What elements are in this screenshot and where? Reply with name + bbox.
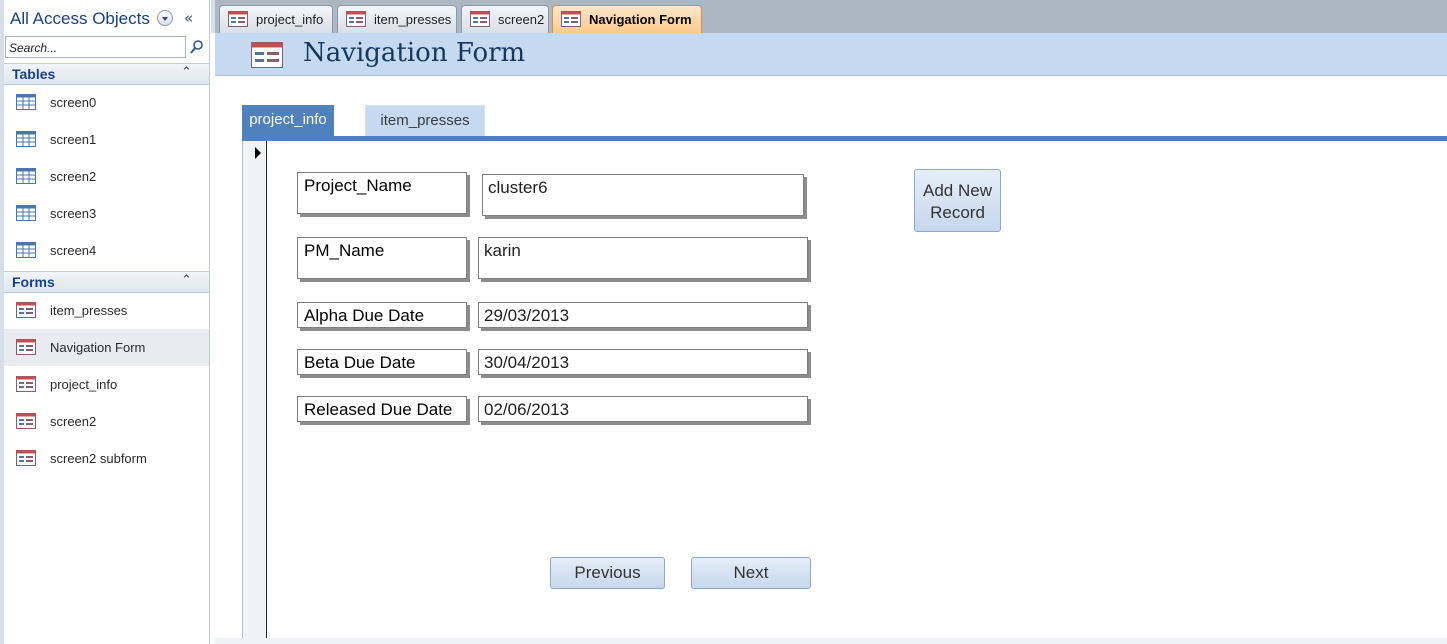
form-icon (251, 42, 283, 68)
field-value: karin (484, 241, 521, 260)
nav-item-label: screen2 (50, 414, 97, 429)
form-icon (16, 339, 36, 355)
table-icon (16, 242, 36, 258)
record-selector[interactable] (243, 141, 267, 641)
dropdown-icon[interactable] (157, 10, 173, 26)
nav-item-label: screen0 (50, 95, 97, 110)
form-icon (228, 11, 248, 27)
field-value: 02/06/2013 (484, 400, 570, 419)
doc-tab-project-info[interactable]: project_info (219, 5, 333, 33)
previous-button[interactable]: Previous (550, 557, 665, 589)
button-label: Previous (574, 563, 641, 582)
released-due-date-field[interactable]: 02/06/2013 (478, 396, 808, 422)
field-value: 29/03/2013 (484, 306, 570, 325)
nav-form-project-info[interactable]: project_info (4, 366, 209, 403)
document-tab-strip: project_info item_presses screen2 Naviga… (211, 0, 1447, 33)
nav-item-label: screen1 (50, 132, 97, 147)
add-new-record-button[interactable]: Add New Record (914, 169, 1001, 232)
nav-form-screen2-subform[interactable]: screen2 subform (4, 440, 209, 477)
navigation-form: Navigation Form project_info item_presse… (215, 33, 1447, 644)
search-input[interactable] (6, 38, 185, 58)
field-value: cluster6 (488, 178, 548, 197)
form-icon (16, 376, 36, 392)
table-icon (16, 131, 36, 147)
nav-item-label: item_presses (50, 303, 128, 318)
nav-tab-project-info[interactable]: project_info (242, 105, 334, 137)
form-header: Navigation Form (215, 33, 1447, 76)
form-icon (346, 11, 366, 27)
form-bottom-border (215, 638, 1447, 644)
tables-group-header[interactable]: Tables ⌃ (4, 63, 209, 85)
collapse-group-icon[interactable]: ⌃ (181, 273, 192, 288)
nav-form-screen2[interactable]: screen2 (4, 403, 209, 440)
nav-table-screen4[interactable]: screen4 (4, 232, 209, 269)
forms-group-header[interactable]: Forms ⌃ (4, 271, 209, 293)
label-text: Alpha Due Date (304, 306, 425, 325)
current-record-icon (255, 147, 261, 159)
access-window: All Access Objects « Tables ⌃ screen0 sc… (0, 0, 1447, 644)
nav-item-label: screen2 subform (50, 451, 147, 466)
next-button[interactable]: Next (691, 557, 811, 589)
forms-group-label: Forms (12, 274, 55, 290)
label-text: PM_Name (304, 241, 385, 260)
nav-tab-label: item_presses (380, 112, 470, 129)
table-icon (16, 168, 36, 184)
project-name-field[interactable]: cluster6 (482, 174, 804, 216)
nav-item-label: screen2 (50, 169, 97, 184)
label-text: Beta Due Date (304, 353, 416, 372)
alpha-due-date-label: Alpha Due Date (297, 302, 467, 328)
table-icon (16, 205, 36, 221)
pm-name-field[interactable]: karin (478, 237, 808, 279)
table-icon (16, 94, 36, 110)
form-icon (16, 450, 36, 466)
button-label: Record (930, 203, 985, 222)
nav-tab-label: project_info (249, 111, 327, 128)
form-icon (16, 302, 36, 318)
doc-tab-label: item_presses (374, 12, 452, 27)
form-icon (16, 413, 36, 429)
beta-due-date-label: Beta Due Date (297, 349, 467, 375)
nav-item-label: screen4 (50, 243, 97, 258)
button-label: Next (733, 563, 769, 582)
label-text: Project_Name (304, 176, 412, 195)
beta-due-date-field[interactable]: 30/04/2013 (478, 349, 808, 375)
pm-name-label: PM_Name (297, 237, 467, 279)
nav-form-navigation-form[interactable]: Navigation Form (4, 329, 209, 366)
doc-tab-label: project_info (256, 12, 324, 27)
nav-form-item-presses[interactable]: item_presses (4, 292, 209, 329)
nav-table-screen0[interactable]: screen0 (4, 84, 209, 121)
nav-tab-item-presses[interactable]: item_presses (365, 105, 485, 137)
nav-item-label: Navigation Form (50, 340, 146, 355)
nav-pane-title[interactable]: All Access Objects (10, 9, 150, 29)
subform-panel: Project_Name cluster6 PM_Name karin Alph… (242, 141, 1447, 641)
nav-item-label: screen3 (50, 206, 97, 221)
field-value: 30/04/2013 (484, 353, 570, 372)
alpha-due-date-field[interactable]: 29/03/2013 (478, 302, 808, 328)
form-title: Navigation Form (303, 38, 526, 68)
form-icon (470, 11, 490, 27)
label-text: Released Due Date (304, 400, 453, 419)
navigation-pane: All Access Objects « Tables ⌃ screen0 sc… (0, 0, 210, 644)
collapse-group-icon[interactable]: ⌃ (181, 65, 192, 80)
search-field-container (5, 36, 186, 58)
button-label: Add New (923, 181, 992, 200)
doc-tab-label: screen2 (498, 12, 545, 27)
nav-pane-header[interactable]: All Access Objects « (4, 4, 210, 34)
collapse-pane-icon[interactable]: « (184, 9, 193, 27)
released-due-date-label: Released Due Date (297, 396, 467, 422)
search-icon[interactable] (189, 39, 205, 55)
doc-tab-label: Navigation Form (589, 12, 692, 27)
nav-table-screen3[interactable]: screen3 (4, 195, 209, 232)
doc-tab-screen2[interactable]: screen2 (461, 5, 549, 33)
form-icon (561, 11, 581, 27)
doc-tab-navigation-form[interactable]: Navigation Form (552, 5, 702, 33)
nav-table-screen1[interactable]: screen1 (4, 121, 209, 158)
nav-table-screen2[interactable]: screen2 (4, 158, 209, 195)
nav-item-label: project_info (50, 377, 118, 392)
tables-group-label: Tables (12, 66, 56, 82)
doc-tab-item-presses[interactable]: item_presses (337, 5, 457, 33)
project-name-label: Project_Name (297, 172, 467, 214)
